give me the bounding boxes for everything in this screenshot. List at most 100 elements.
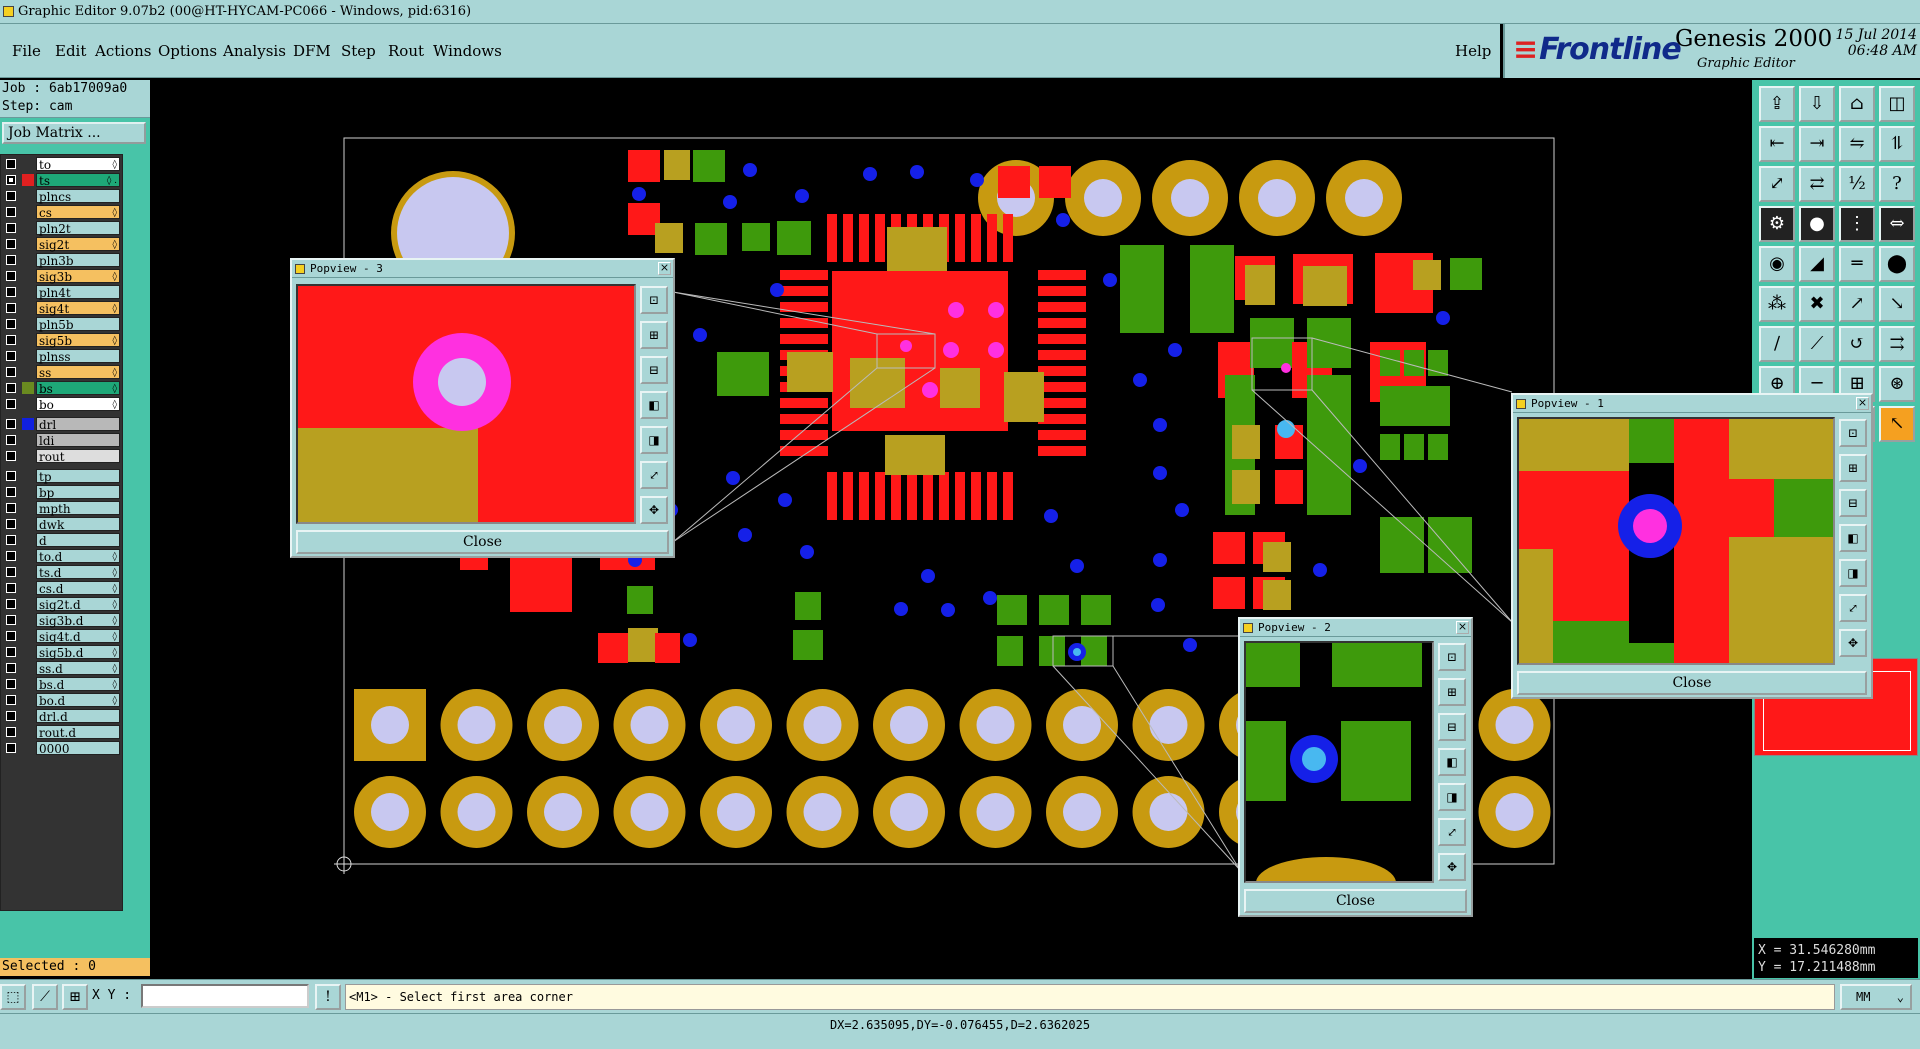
line-icon[interactable]: ∕ — [1759, 326, 1795, 362]
pan-right-icon[interactable]: ◨ — [640, 426, 668, 454]
arc-icon[interactable]: ↺ — [1839, 326, 1875, 362]
menu-analysis[interactable]: Analysis — [223, 42, 286, 60]
menu-help[interactable]: Help — [1455, 42, 1491, 60]
resize-icon[interactable]: ⇔ — [1879, 206, 1915, 242]
zoom-fit-icon[interactable]: ⤢ — [1759, 166, 1795, 202]
popview-1-close-icon[interactable]: × — [1856, 397, 1869, 410]
layer-row[interactable]: sig3b ◊ — [1, 269, 124, 284]
triangle-icon[interactable]: ◢ — [1799, 246, 1835, 282]
layer-checkbox[interactable] — [6, 255, 16, 265]
zoom-in-icon[interactable]: ⊞ — [640, 321, 668, 349]
layer-checkbox[interactable] — [6, 451, 16, 461]
fit-icon[interactable]: ⤢ — [640, 461, 668, 489]
layer-row[interactable]: bs.d ◊ — [1, 677, 124, 692]
layer-checkbox[interactable] — [6, 239, 16, 249]
zoom-home-icon[interactable]: ⊡ — [1839, 419, 1867, 447]
layer-row[interactable]: pln3b — [1, 253, 124, 268]
zoom-in-icon[interactable]: ⊞ — [1438, 678, 1466, 706]
layer-name[interactable]: to.d ◊ — [36, 549, 120, 564]
layer-name[interactable]: ts.d ◊ — [36, 565, 120, 580]
layer-checkbox[interactable] — [6, 535, 16, 545]
measure-tool-icon[interactable]: ⟋ — [32, 984, 58, 1010]
record-icon[interactable]: ⬤ — [1879, 246, 1915, 282]
menu-rout[interactable]: Rout — [388, 42, 424, 60]
mirror-icon[interactable]: ⇋ — [1839, 126, 1875, 162]
menu-actions[interactable]: Actions — [95, 42, 151, 60]
layer-checkbox[interactable] — [6, 615, 16, 625]
layer-name[interactable]: cs.d ◊ — [36, 581, 120, 596]
layer-row[interactable]: cs.d ◊ — [1, 581, 124, 596]
layer-name[interactable]: bs ◊ — [36, 381, 120, 396]
center-icon[interactable]: ✥ — [1438, 853, 1466, 881]
layer-name[interactable]: pln4t — [36, 285, 120, 300]
layer-row[interactable]: rout — [1, 449, 124, 464]
move-up-icon[interactable]: ⇪ — [1759, 86, 1795, 122]
layer-row[interactable]: to.d ◊ — [1, 549, 124, 564]
cluster-icon[interactable]: ⁂ — [1759, 286, 1795, 322]
popview-3-close-icon[interactable]: × — [658, 262, 671, 275]
layer-row[interactable]: cs ◊ — [1, 205, 124, 220]
layer-checkbox[interactable] — [6, 303, 16, 313]
popview-3-titlebar[interactable]: Popview - 3 — [292, 260, 673, 278]
layer-checkbox[interactable] — [6, 567, 16, 577]
layer-name[interactable]: pln2t — [36, 221, 120, 236]
layer-name[interactable]: dwk — [36, 517, 120, 532]
popview-menu-icon[interactable] — [1516, 399, 1526, 409]
layer-checkbox[interactable] — [6, 583, 16, 593]
layer-checkbox[interactable] — [6, 711, 16, 721]
layer-row[interactable]: plncs — [1, 189, 124, 204]
popview-menu-icon[interactable] — [295, 264, 305, 274]
layer-checkbox[interactable] — [6, 399, 16, 409]
popview-2-view[interactable] — [1244, 641, 1434, 883]
popview-1-titlebar[interactable]: Popview - 1 — [1513, 395, 1871, 413]
layer-name[interactable]: sig2t.d ◊ — [36, 597, 120, 612]
menu-options[interactable]: Options — [158, 42, 217, 60]
layer-row[interactable]: sig5b ◊ — [1, 333, 124, 348]
popview-1-view[interactable] — [1517, 417, 1835, 665]
ruler-icon[interactable]: ═ — [1839, 246, 1875, 282]
layer-name[interactable]: bo ◊ — [36, 397, 120, 412]
layer-name[interactable]: d — [36, 533, 120, 548]
popview-2-close-button[interactable]: Close — [1244, 889, 1467, 913]
layer-checkbox[interactable] — [6, 223, 16, 233]
layer-name[interactable]: ss ◊ — [36, 365, 120, 380]
menu-edit[interactable]: Edit — [55, 42, 86, 60]
layer-name[interactable]: to ◊ — [36, 157, 120, 172]
zoom-out-icon[interactable]: ⊟ — [1839, 489, 1867, 517]
pan-left-icon[interactable]: ◧ — [640, 391, 668, 419]
layer-row[interactable]: drl.d — [1, 709, 124, 724]
layer-name[interactable]: sig4t.d ◊ — [36, 629, 120, 644]
layer-name[interactable]: sig3b.d ◊ — [36, 613, 120, 628]
layer-name[interactable]: sig2t ◊ — [36, 237, 120, 252]
pointer-icon[interactable]: ↖ — [1879, 406, 1915, 442]
layer-row[interactable]: mpth — [1, 501, 124, 516]
layer-name[interactable]: ldi — [36, 433, 120, 448]
alert-icon[interactable]: ! — [315, 984, 341, 1010]
layer-name[interactable]: plnss — [36, 349, 120, 364]
layer-name[interactable]: bs.d ◊ — [36, 677, 120, 692]
layer-checkbox[interactable] — [6, 663, 16, 673]
menu-windows[interactable]: Windows — [433, 42, 502, 60]
layer-checkbox[interactable] — [6, 727, 16, 737]
xy-input[interactable] — [141, 984, 309, 1008]
zoom-out-icon[interactable]: ⊟ — [640, 356, 668, 384]
layer-row[interactable]: bp — [1, 485, 124, 500]
swap-icon[interactable]: ⇄ — [1799, 166, 1835, 202]
layer-row[interactable]: tp — [1, 469, 124, 484]
popview-3-window[interactable]: Popview - 3 × ⊡ ⊞ ⊟ ◧ ◨ ⤢ ✥ Close — [290, 258, 675, 558]
menu-step[interactable]: Step — [341, 42, 376, 60]
layer-name[interactable]: pln5b — [36, 317, 120, 332]
layer-checkbox[interactable] — [6, 191, 16, 201]
layer-name[interactable]: rout — [36, 449, 120, 464]
help-icon[interactable]: ? — [1879, 166, 1915, 202]
half-icon[interactable]: ½ — [1839, 166, 1875, 202]
layer-name[interactable]: sig3b ◊ — [36, 269, 120, 284]
layer-row[interactable]: d — [1, 533, 124, 548]
layer-row[interactable]: sig2t.d ◊ — [1, 597, 124, 612]
zoom-in-icon[interactable]: ⊞ — [1839, 454, 1867, 482]
popview-3-close-button[interactable]: Close — [296, 530, 669, 554]
align-left-icon[interactable]: ⇤ — [1759, 126, 1795, 162]
target-icon[interactable]: ◉ — [1759, 246, 1795, 282]
layer-name[interactable]: drl — [36, 417, 120, 432]
menu-dfm[interactable]: DFM — [293, 42, 331, 60]
